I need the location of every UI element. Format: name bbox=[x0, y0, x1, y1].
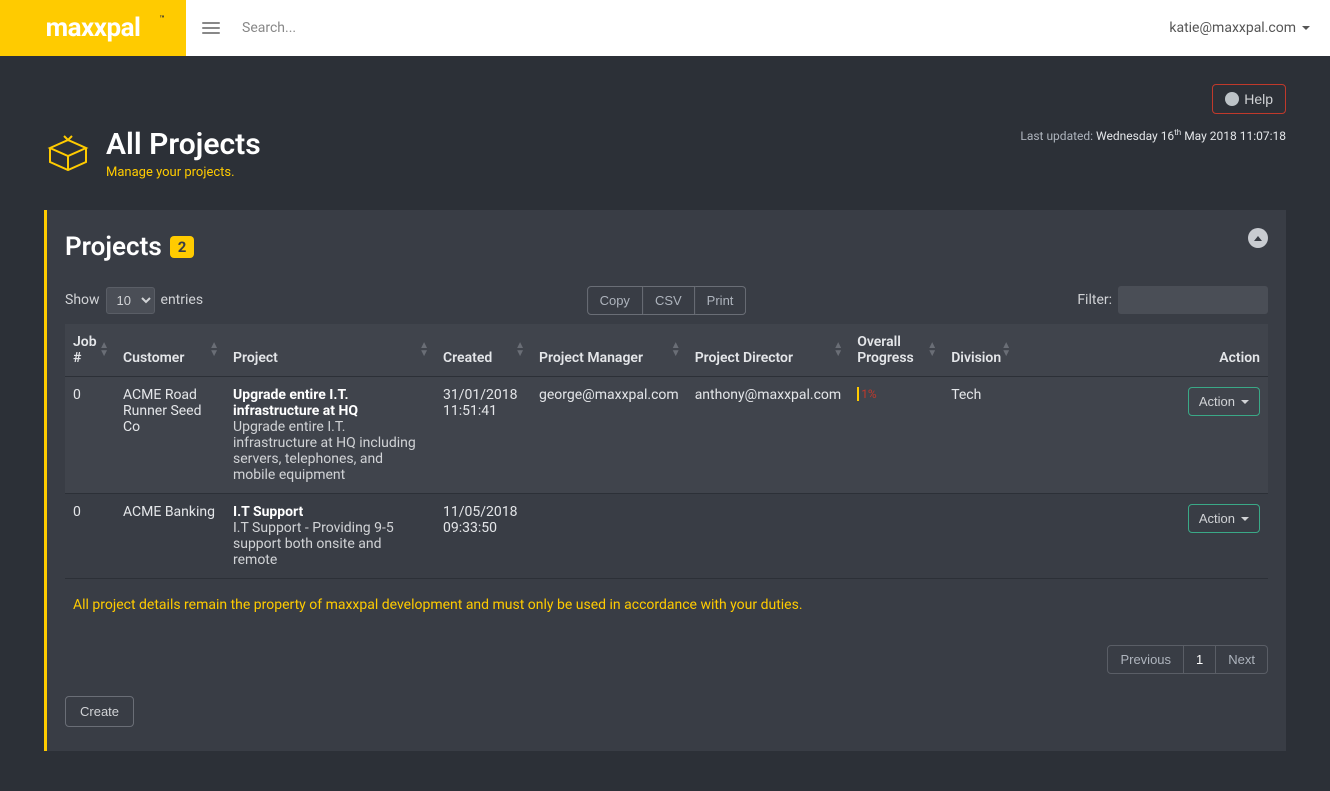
trademark-icon: ™ bbox=[159, 14, 164, 23]
row-action-button[interactable]: Action bbox=[1188, 387, 1260, 416]
cell-job: 0 bbox=[65, 377, 115, 494]
col-pm[interactable]: Project Manager▲▼ bbox=[531, 324, 687, 377]
projects-table: Job #▲▼ Customer▲▼ Project▲▼ Created▲▼ P… bbox=[65, 324, 1268, 631]
filter-input[interactable] bbox=[1118, 286, 1268, 314]
projects-panel: Projects 2 Show 10 entries Copy CSV Prin… bbox=[44, 210, 1286, 751]
page-subtitle: Manage your projects. bbox=[106, 165, 261, 180]
notice-row: All project details remain the property … bbox=[65, 579, 1268, 632]
cell-pd bbox=[687, 494, 850, 579]
cell-division bbox=[943, 494, 1017, 579]
top-header: maxxpal ™ Search... katie@maxxpal.com bbox=[0, 0, 1330, 56]
notice-text: All project details remain the property … bbox=[65, 579, 1268, 632]
row-action-button[interactable]: Action bbox=[1188, 504, 1260, 533]
copy-button[interactable]: Copy bbox=[587, 286, 643, 315]
sort-icon: ▲▼ bbox=[1001, 342, 1011, 358]
menu-toggle[interactable] bbox=[186, 22, 236, 34]
table-row: 0 ACME Banking I.T Support I.T Support -… bbox=[65, 494, 1268, 579]
col-action: Action bbox=[1017, 324, 1268, 377]
cell-project: I.T Support I.T Support - Providing 9-5 … bbox=[225, 494, 435, 579]
cell-created: 11/05/2018 09:33:50 bbox=[435, 494, 531, 579]
collapse-button[interactable] bbox=[1248, 228, 1268, 248]
col-customer[interactable]: Customer▲▼ bbox=[115, 324, 225, 377]
help-label: Help bbox=[1244, 91, 1273, 107]
sort-icon: ▲▼ bbox=[419, 342, 429, 358]
last-updated: Last updated: Wednesday 16th May 2018 11… bbox=[1020, 128, 1286, 143]
sort-icon: ▲▼ bbox=[515, 342, 525, 358]
logo-text: maxxpal bbox=[46, 13, 141, 43]
sort-icon: ▲▼ bbox=[927, 342, 937, 358]
entries-select[interactable]: 10 bbox=[106, 287, 155, 314]
cell-customer: ACME Road Runner Seed Co bbox=[115, 377, 225, 494]
cell-project: Upgrade entire I.T. infrastructure at HQ… bbox=[225, 377, 435, 494]
print-button[interactable]: Print bbox=[695, 286, 747, 315]
col-project[interactable]: Project▲▼ bbox=[225, 324, 435, 377]
package-icon bbox=[44, 130, 92, 178]
help-button[interactable]: Help bbox=[1212, 84, 1286, 114]
col-division[interactable]: Division▲▼ bbox=[943, 324, 1017, 377]
page-1-button[interactable]: 1 bbox=[1184, 645, 1216, 674]
col-created[interactable]: Created▲▼ bbox=[435, 324, 531, 377]
user-menu[interactable]: katie@maxxpal.com bbox=[1169, 20, 1330, 36]
cell-job: 0 bbox=[65, 494, 115, 579]
cell-customer: ACME Banking bbox=[115, 494, 225, 579]
sort-icon: ▲▼ bbox=[833, 342, 843, 358]
csv-button[interactable]: CSV bbox=[643, 286, 695, 315]
col-job[interactable]: Job #▲▼ bbox=[65, 324, 115, 377]
sort-icon: ▲▼ bbox=[209, 342, 219, 358]
logo[interactable]: maxxpal ™ bbox=[0, 0, 186, 56]
chevron-down-icon bbox=[1302, 26, 1310, 30]
table-row: 0 ACME Road Runner Seed Co Upgrade entir… bbox=[65, 377, 1268, 494]
chevron-down-icon bbox=[1241, 517, 1249, 521]
lifebuoy-icon bbox=[1225, 92, 1239, 106]
pagination: Previous 1 Next bbox=[47, 631, 1286, 674]
sort-icon: ▲▼ bbox=[671, 342, 681, 358]
chevron-down-icon bbox=[1241, 400, 1249, 404]
cell-pm bbox=[531, 494, 687, 579]
panel-title: Projects bbox=[65, 232, 162, 262]
cell-action: Action bbox=[1017, 494, 1268, 579]
search-input[interactable]: Search... bbox=[236, 20, 1169, 36]
sort-icon: ▲▼ bbox=[99, 342, 109, 358]
cell-progress: 1% bbox=[849, 377, 943, 494]
page-content: Help All Projects Manage your projects. … bbox=[0, 56, 1330, 791]
show-entries: Show 10 entries bbox=[65, 287, 203, 314]
filter-label: Filter: bbox=[1077, 292, 1112, 308]
progress-bar-icon bbox=[857, 387, 859, 401]
page-title: All Projects bbox=[106, 128, 261, 161]
cell-created: 31/01/2018 11:51:41 bbox=[435, 377, 531, 494]
cell-division: Tech bbox=[943, 377, 1017, 494]
cell-pd: anthony@maxxpal.com bbox=[687, 377, 850, 494]
col-progress[interactable]: Overall Progress▲▼ bbox=[849, 324, 943, 377]
hamburger-icon bbox=[202, 22, 220, 34]
prev-button[interactable]: Previous bbox=[1107, 645, 1184, 674]
user-email: katie@maxxpal.com bbox=[1169, 20, 1296, 36]
cell-action: Action bbox=[1017, 377, 1268, 494]
cell-pm: george@maxxpal.com bbox=[531, 377, 687, 494]
projects-count-badge: 2 bbox=[170, 236, 195, 258]
col-pd[interactable]: Project Director▲▼ bbox=[687, 324, 850, 377]
next-button[interactable]: Next bbox=[1216, 645, 1268, 674]
cell-progress bbox=[849, 494, 943, 579]
create-button[interactable]: Create bbox=[65, 696, 134, 727]
